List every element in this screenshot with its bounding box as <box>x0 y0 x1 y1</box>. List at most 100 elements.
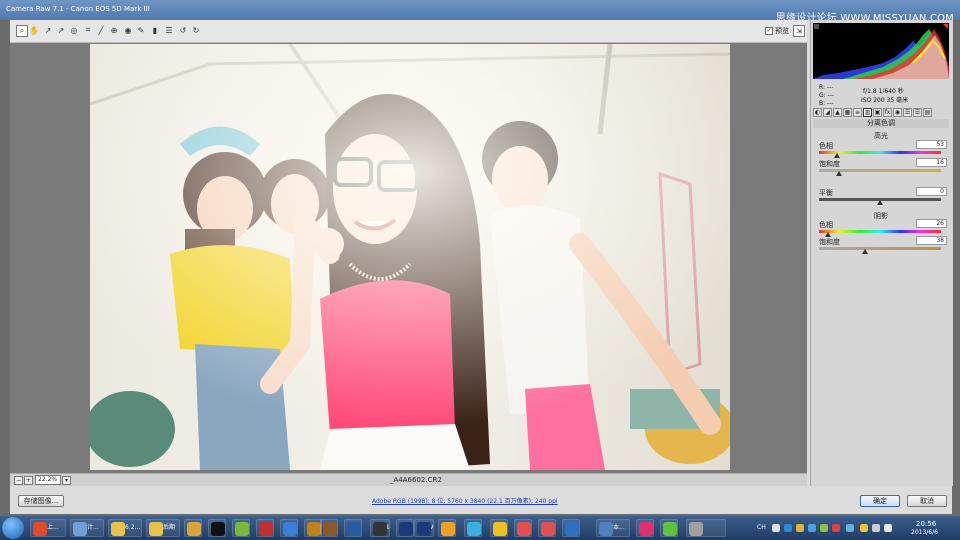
tray-network-icon[interactable] <box>846 524 854 532</box>
ok-button[interactable]: 确定 <box>860 495 900 507</box>
hl-hue-thumb[interactable] <box>834 153 841 158</box>
tray-volume-icon[interactable] <box>884 524 892 532</box>
taskbar-app-icon <box>323 522 337 536</box>
target-adjust-icon[interactable]: ◎ <box>69 25 79 35</box>
tray-app-icon[interactable] <box>820 524 828 532</box>
sh-sat-thumb[interactable] <box>862 249 869 254</box>
histogram-graph <box>813 23 949 79</box>
rgb-readout: R: --- G: --- B: --- f/1.8 1/640 秒 ISO 2… <box>813 82 949 108</box>
tray-keyboard-icon[interactable] <box>772 524 780 532</box>
taskbar-button-label: 计... <box>87 524 99 531</box>
taskbar-button[interactable] <box>232 519 250 537</box>
taskbar-button[interactable] <box>184 519 202 537</box>
photo-preview[interactable] <box>90 44 730 470</box>
taskbar-button[interactable]: 6.2... <box>108 519 142 537</box>
straighten-icon[interactable]: ╱ <box>96 25 106 35</box>
tray-app-icon[interactable] <box>796 524 804 532</box>
hsl-tab-icon[interactable]: ▦ <box>843 108 852 117</box>
taskbar-button-label: 上... <box>47 524 59 531</box>
lens-tab-icon[interactable]: ▣ <box>873 108 882 117</box>
taskbar-button[interactable]: Ps <box>396 519 414 537</box>
tray-app-icon[interactable] <box>872 524 880 532</box>
taskbar-button[interactable] <box>320 519 338 537</box>
preview-toggle[interactable]: ✓ 预览 <box>765 26 789 36</box>
taskbar-app-icon <box>259 522 273 536</box>
taskbar-button[interactable] <box>660 519 678 537</box>
basic-tab-icon[interactable]: ◐ <box>813 108 822 117</box>
cancel-button[interactable]: 取消 <box>907 495 947 507</box>
white-balance-icon[interactable]: ↗ <box>43 25 53 35</box>
hl-sat-value[interactable]: 16 <box>916 158 947 167</box>
preview-checkbox[interactable]: ✓ <box>765 27 773 35</box>
taskbar-button[interactable] <box>562 519 580 537</box>
tray-app-icon[interactable] <box>832 524 840 532</box>
red-eye-icon[interactable]: ◉ <box>123 25 133 35</box>
clock-time[interactable]: 20:56 <box>916 520 936 528</box>
spot-removal-icon[interactable]: ⊕ <box>109 25 119 35</box>
tray-ime-icon[interactable] <box>784 524 792 532</box>
zoom-out-button[interactable]: − <box>14 476 23 485</box>
zoom-level[interactable]: 22.2% <box>35 475 61 485</box>
sh-sat-track[interactable] <box>819 247 941 250</box>
start-button-icon[interactable] <box>2 517 24 539</box>
taskbar-button[interactable] <box>464 519 482 537</box>
tone-curve-tab-icon[interactable]: ◢ <box>823 108 832 117</box>
crop-icon[interactable]: ⌗ <box>83 25 93 35</box>
taskbar-button[interactable] <box>636 519 654 537</box>
effects-tab-icon[interactable]: fx <box>883 108 892 117</box>
taskbar-button[interactable]: A... <box>414 519 434 537</box>
adjustment-brush-icon[interactable]: ✎ <box>136 25 146 35</box>
rotate-right-icon[interactable]: ↻ <box>191 25 201 35</box>
clock-date[interactable]: 2013/6/6 <box>911 529 938 536</box>
hand-icon[interactable]: ✋ <box>29 25 39 35</box>
zoom-icon[interactable]: ⌕ <box>16 25 28 37</box>
grayscale-tab-icon[interactable]: ≡ <box>853 108 862 117</box>
taskbar-button[interactable] <box>280 519 298 537</box>
taskbar-button[interactable]: 后期 <box>146 519 180 537</box>
save-image-button[interactable]: 存储图像... <box>18 495 64 507</box>
taskbar-button[interactable]: 本... <box>596 519 630 537</box>
fullscreen-icon[interactable]: ⇲ <box>793 25 805 37</box>
taskbar-button[interactable]: 计... <box>70 519 104 537</box>
balance-thumb[interactable] <box>877 200 883 205</box>
split-toning-tab-icon[interactable]: ▥ <box>863 108 872 117</box>
sh-hue-value[interactable]: 26 <box>916 219 947 228</box>
detail-tab-icon[interactable]: ▲ <box>833 108 842 117</box>
taskbar-button[interactable] <box>538 519 556 537</box>
taskbar-button-label: 6.2... <box>125 524 141 531</box>
camera-raw-window: ⌕ ✋ ↗ ↗ ◎ ⌗ ╱ ⊕ ◉ ✎ ▮ ☰ ↺ ↻ ✓ 预览 ⇲ − + 2… <box>10 20 953 514</box>
taskbar-button[interactable]: 上... <box>30 519 66 537</box>
graduated-filter-icon[interactable]: ▮ <box>150 25 160 35</box>
hl-sat-thumb[interactable] <box>835 171 842 176</box>
sh-hue-track[interactable] <box>819 230 941 233</box>
hl-hue-value[interactable]: 53 <box>916 140 947 149</box>
color-sampler-icon[interactable]: ↗ <box>56 25 66 35</box>
taskbar-button[interactable] <box>344 519 362 537</box>
taskbar-app-icon <box>599 522 613 536</box>
snapshots-tab-icon[interactable]: ▤ <box>923 108 932 117</box>
camera-calibration-tab-icon[interactable]: ◉ <box>893 108 902 117</box>
readout-b: B: --- <box>819 100 834 107</box>
balance-value[interactable]: 0 <box>916 187 947 196</box>
image-canvas[interactable] <box>10 43 807 473</box>
taskbar-button[interactable] <box>208 519 226 537</box>
tray-app-icon[interactable] <box>860 524 868 532</box>
zoom-in-button[interactable]: + <box>24 476 33 485</box>
settings-tab-icon[interactable]: ☰ <box>913 108 922 117</box>
zoom-dropdown-icon[interactable]: ▾ <box>62 476 71 485</box>
tray-app-icon[interactable] <box>808 524 816 532</box>
sh-sat-value[interactable]: 38 <box>916 236 947 245</box>
workflow-options-link[interactable]: Adobe RGB (1998); 8 位; 5760 x 3840 (22.1… <box>372 496 558 505</box>
taskbar-app-icon <box>187 522 201 536</box>
taskbar-button[interactable]: Lr <box>370 519 390 537</box>
preferences-icon[interactable]: ☰ <box>164 25 174 35</box>
input-language-label[interactable]: CH <box>757 524 766 531</box>
taskbar-button[interactable] <box>256 519 274 537</box>
rotate-left-icon[interactable]: ↺ <box>178 25 188 35</box>
taskbar-app-icon <box>689 522 703 536</box>
taskbar-button[interactable] <box>490 519 508 537</box>
taskbar-button[interactable] <box>514 519 532 537</box>
taskbar-button[interactable] <box>686 519 726 537</box>
taskbar-button[interactable] <box>438 519 456 537</box>
presets-tab-icon[interactable]: ☰ <box>903 108 912 117</box>
